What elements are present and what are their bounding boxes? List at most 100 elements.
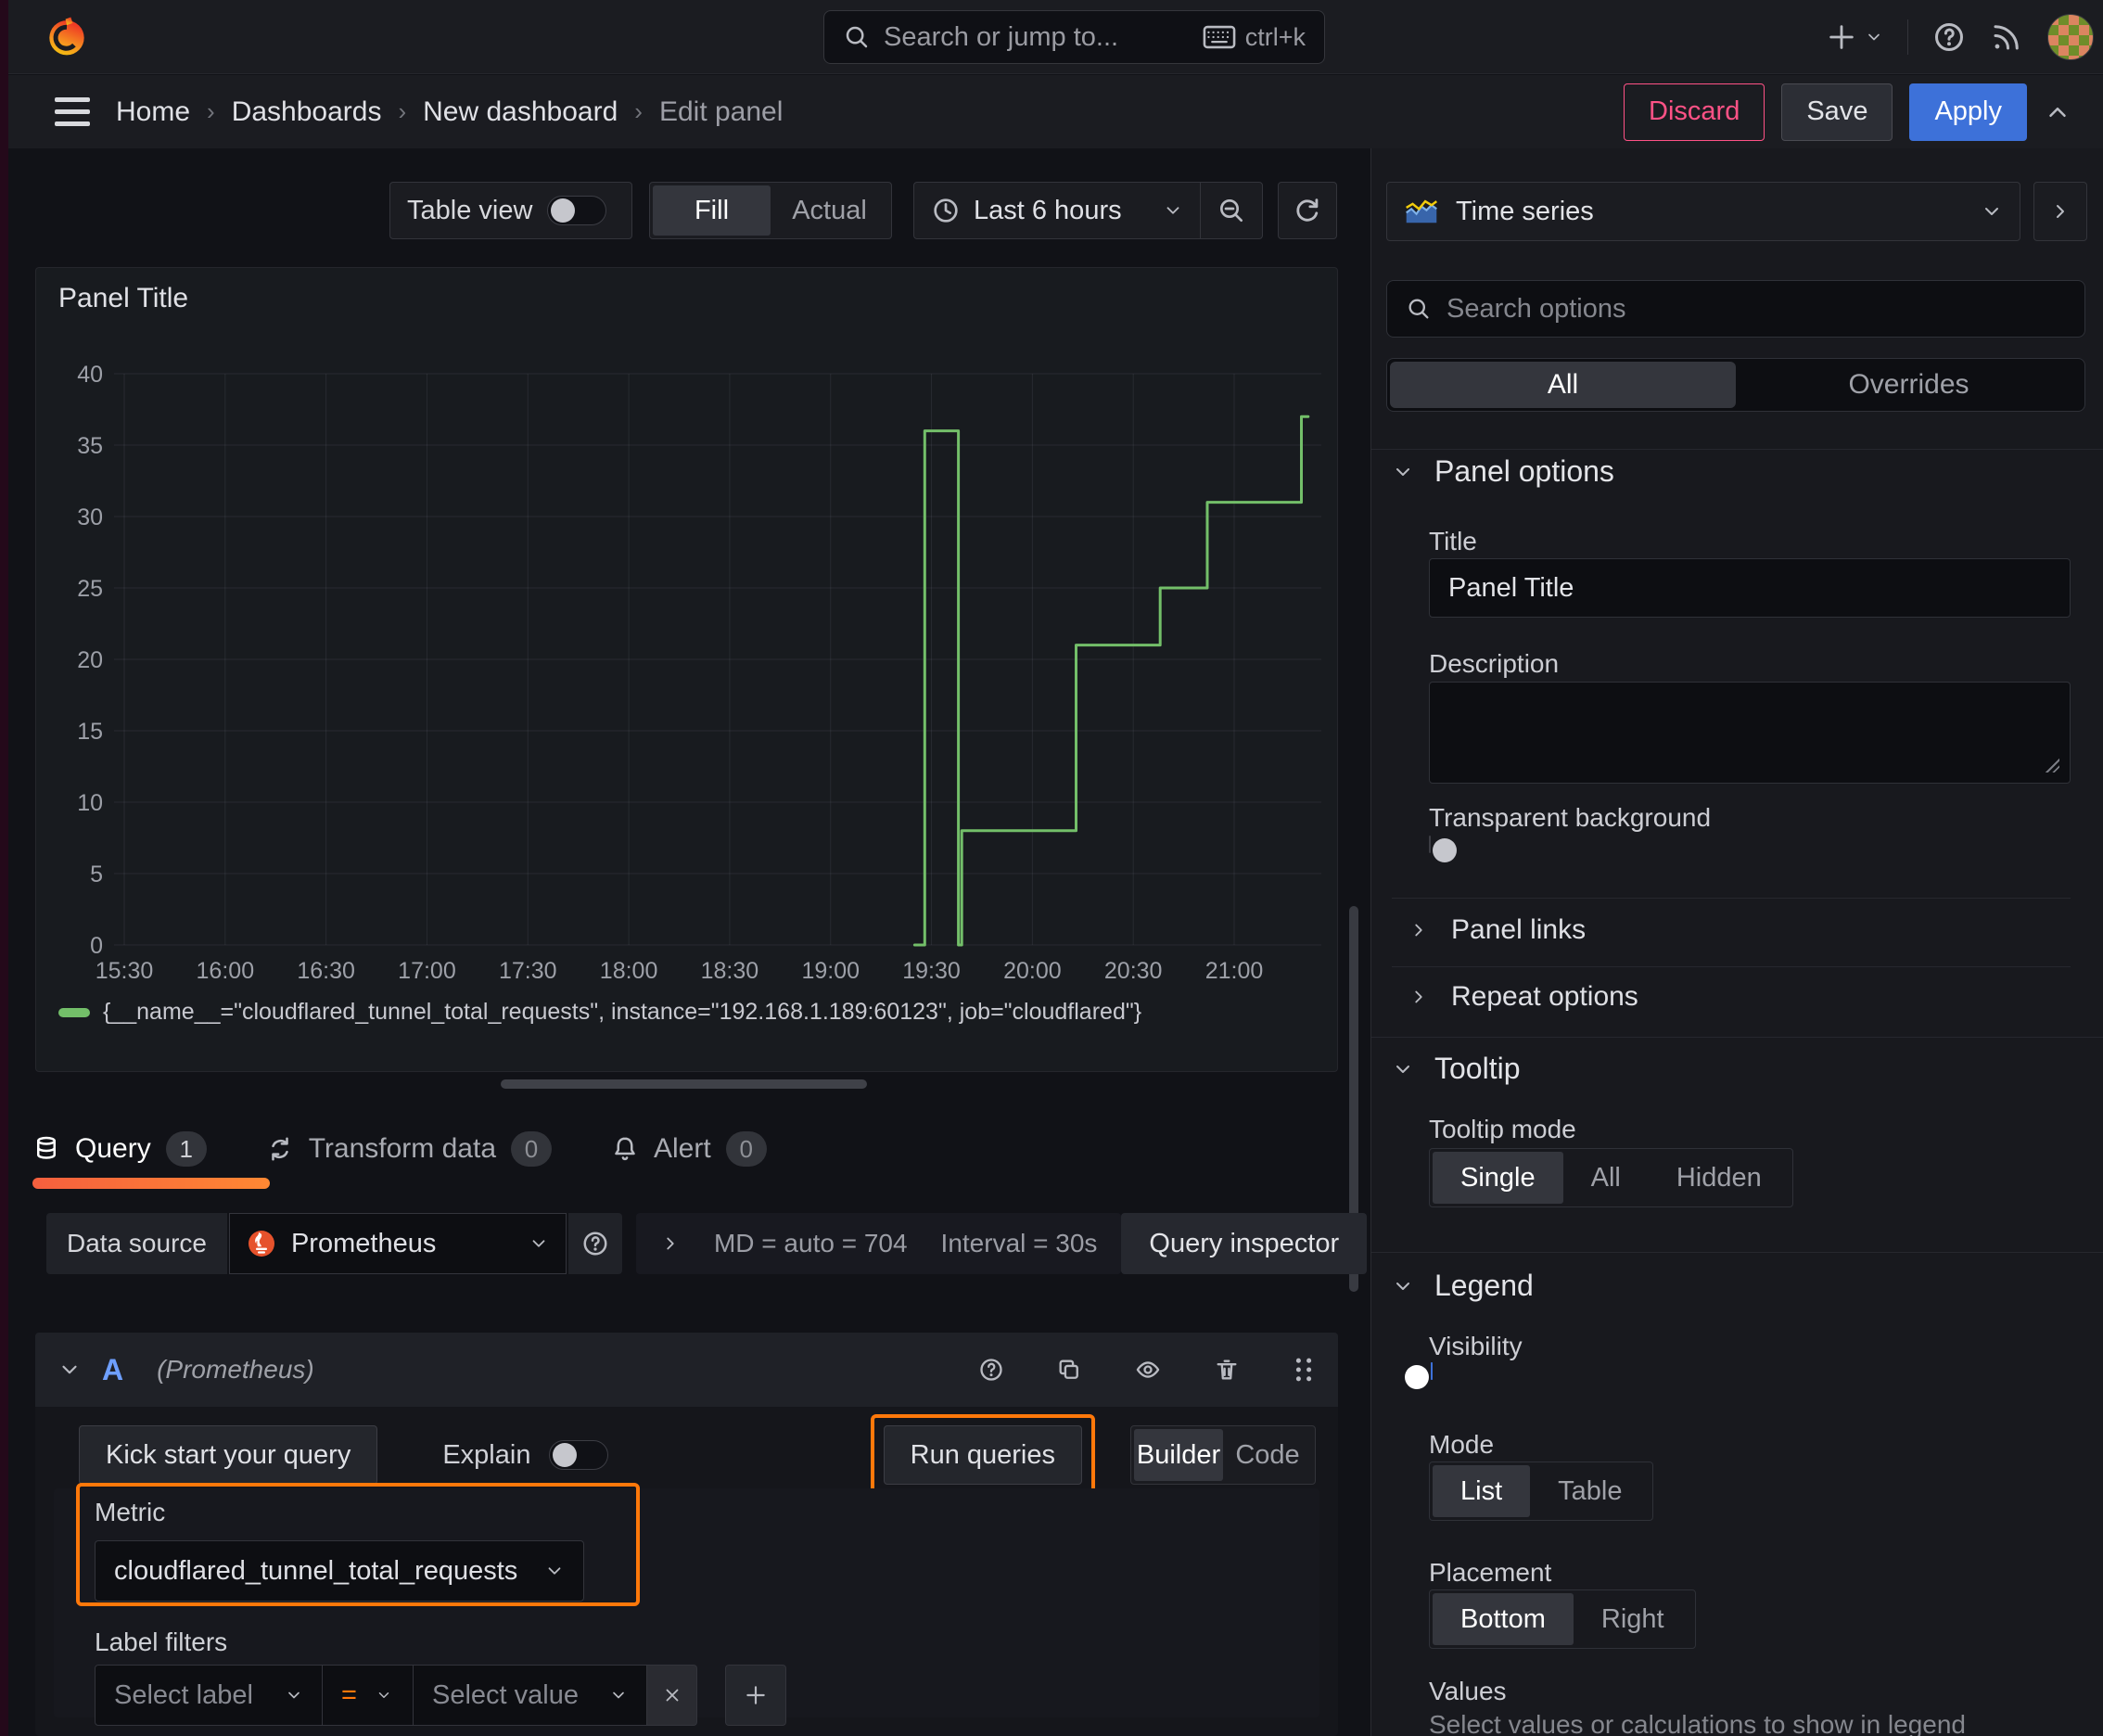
clock-icon xyxy=(934,198,958,223)
operator-dropdown[interactable]: = xyxy=(323,1665,414,1726)
collapse-options-button[interactable] xyxy=(2033,182,2087,241)
legend-table-option[interactable]: Table xyxy=(1530,1465,1650,1517)
panel-options-section-header[interactable]: Panel options xyxy=(1392,454,1614,489)
search-shortcut: ctrl+k xyxy=(1244,22,1306,51)
table-view-toggle[interactable] xyxy=(547,196,607,225)
fill-option[interactable]: Fill xyxy=(653,185,771,236)
tab-query[interactable]: Query 1 xyxy=(32,1131,207,1167)
run-queries-button[interactable]: Run queries xyxy=(883,1425,1082,1485)
tab-alert[interactable]: Alert 0 xyxy=(611,1131,767,1167)
promql-builder-area: Metric cloudflared_tunnel_total_requests… xyxy=(54,1483,1319,1726)
y-axis-tick-label: 10 xyxy=(77,790,103,816)
legend-list-option[interactable]: List xyxy=(1433,1465,1531,1517)
chevron-right-icon xyxy=(2057,205,2064,218)
options-tab-overrides[interactable]: Overrides xyxy=(1736,362,2082,408)
help-icon[interactable] xyxy=(978,1357,1004,1383)
values-help-text: Select values or calculations to show in… xyxy=(1429,1710,1967,1736)
label-filters-label: Label filters xyxy=(95,1628,228,1656)
tooltip-mode-label: Tooltip mode xyxy=(1429,1115,1576,1143)
chevron-up-icon[interactable] xyxy=(2044,98,2071,126)
tooltip-single-option[interactable]: Single xyxy=(1433,1152,1563,1204)
plus-icon xyxy=(1829,25,1854,49)
chevron-down-icon xyxy=(1396,1065,1409,1073)
zoom-out-button[interactable] xyxy=(1201,183,1262,238)
grafana-logo-icon[interactable] xyxy=(45,16,88,58)
panel-links-section[interactable]: Panel links xyxy=(1408,914,1586,946)
table-view-label: Table view xyxy=(407,195,533,225)
breadcrumb-dashboards[interactable]: Dashboards xyxy=(232,96,382,128)
tooltip-hidden-option[interactable]: Hidden xyxy=(1649,1152,1790,1204)
eye-icon[interactable] xyxy=(1134,1357,1162,1383)
datasource-picker[interactable]: Prometheus xyxy=(228,1213,567,1274)
query-datasource-hint: (Prometheus) xyxy=(157,1355,314,1384)
time-range-picker[interactable]: Last 6 hours xyxy=(914,183,1200,238)
kick-start-query-button[interactable]: Kick start your query xyxy=(79,1425,378,1485)
add-filter-button[interactable] xyxy=(725,1665,786,1726)
builder-option[interactable]: Builder xyxy=(1134,1429,1223,1481)
drag-grip-icon[interactable] xyxy=(1292,1357,1316,1383)
search-icon xyxy=(1408,299,1429,319)
active-tab-indicator xyxy=(32,1178,270,1189)
x-axis-tick-label: 17:00 xyxy=(398,958,456,984)
menu-icon[interactable] xyxy=(55,97,90,126)
legend-series-label[interactable]: {__name__="cloudflared_tunnel_total_requ… xyxy=(103,999,1141,1026)
breadcrumb-home[interactable]: Home xyxy=(116,96,190,128)
panel-resize-handle[interactable] xyxy=(501,1079,867,1089)
description-textarea[interactable] xyxy=(1429,682,2071,784)
placement-bottom-option[interactable]: Bottom xyxy=(1433,1593,1574,1645)
apply-button[interactable]: Apply xyxy=(1909,83,2027,141)
add-menu-button[interactable] xyxy=(1826,21,1883,53)
breadcrumb-edit-panel: Edit panel xyxy=(658,96,784,127)
metric-label: Metric xyxy=(95,1498,166,1526)
query-row-header[interactable]: A (Prometheus) xyxy=(35,1333,1338,1407)
transparent-background-toggle[interactable] xyxy=(1429,836,1457,862)
repeat-options-label: Repeat options xyxy=(1451,981,1638,1012)
avatar[interactable] xyxy=(2047,14,2094,60)
tooltip-all-option[interactable]: All xyxy=(1563,1152,1649,1204)
save-button[interactable]: Save xyxy=(1781,83,1893,141)
chevron-down-icon xyxy=(548,1567,561,1575)
x-axis-tick-label: 19:00 xyxy=(801,958,860,984)
metric-select[interactable]: cloudflared_tunnel_total_requests xyxy=(95,1540,584,1602)
select-label-dropdown[interactable]: Select label xyxy=(95,1665,323,1726)
news-rss-icon[interactable] xyxy=(1990,20,2023,54)
breadcrumb-new-dashboard[interactable]: New dashboard xyxy=(423,96,618,128)
visualization-picker[interactable]: Time series xyxy=(1386,182,2020,241)
tab-transform-data[interactable]: Transform data 0 xyxy=(266,1131,552,1167)
chevron-down-icon xyxy=(1396,1282,1409,1290)
remove-filter-button[interactable] xyxy=(647,1665,697,1726)
tooltip-section-header[interactable]: Tooltip xyxy=(1392,1052,1521,1086)
y-axis-tick-label: 15 xyxy=(77,719,103,745)
legend-visibility-toggle[interactable] xyxy=(1405,1362,1433,1389)
code-option[interactable]: Code xyxy=(1223,1429,1312,1481)
panel-title-input[interactable] xyxy=(1429,558,2071,618)
explain-label: Explain xyxy=(442,1439,531,1470)
query-options-strip[interactable]: MD = auto = 704 Interval = 30s xyxy=(635,1213,1122,1274)
placement-right-option[interactable]: Right xyxy=(1574,1593,1692,1645)
trash-icon[interactable] xyxy=(1214,1357,1240,1383)
time-series-chart[interactable]: 0 5 10 15 20 25 30 35 40 15:30 16:00 16:30 17:00 17:3… xyxy=(36,268,1339,1073)
chevron-down-icon xyxy=(1985,208,1998,215)
options-search-input[interactable]: Search options xyxy=(1386,280,2085,338)
description-label: Description xyxy=(1429,649,1560,678)
repeat-options-section[interactable]: Repeat options xyxy=(1408,981,1638,1013)
help-icon[interactable] xyxy=(1932,20,1966,54)
select-value-dropdown[interactable]: Select value xyxy=(414,1665,647,1726)
actual-option[interactable]: Actual xyxy=(771,185,888,236)
chevron-right-icon xyxy=(667,1237,674,1250)
query-inspector-button[interactable]: Query inspector xyxy=(1121,1213,1368,1274)
y-axis-tick-label: 25 xyxy=(77,576,103,602)
legend-section-header[interactable]: Legend xyxy=(1392,1269,1534,1303)
options-tab-all[interactable]: All xyxy=(1390,362,1736,408)
table-view-control: Table view xyxy=(389,182,632,239)
chevron-down-icon xyxy=(613,1691,624,1699)
search-input[interactable]: Search or jump to... ctrl+k xyxy=(823,10,1325,64)
datasource-help-button[interactable] xyxy=(567,1213,622,1274)
textarea-resize-handle[interactable] xyxy=(2043,756,2059,772)
discard-button[interactable]: Discard xyxy=(1624,83,1765,141)
explain-toggle[interactable] xyxy=(549,1440,609,1470)
refresh-button[interactable] xyxy=(1278,182,1337,239)
values-label: Values xyxy=(1429,1677,1507,1705)
duplicate-icon[interactable] xyxy=(1056,1357,1082,1383)
chevron-down-icon xyxy=(1396,467,1409,476)
